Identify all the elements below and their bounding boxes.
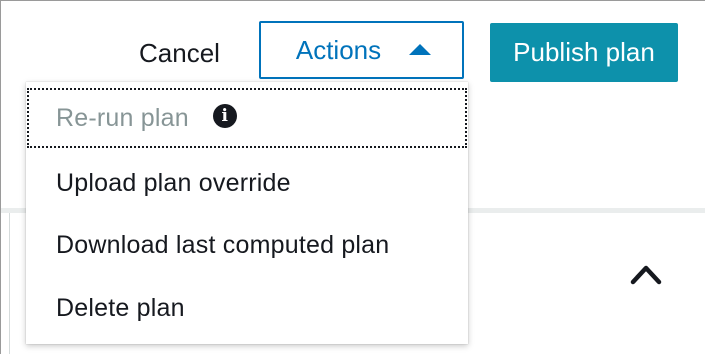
menu-item-delete-plan[interactable]: Delete plan — [26, 277, 468, 339]
menu-item-download-last-computed-plan[interactable]: Download last computed plan — [26, 214, 468, 276]
menu-item-rerun-plan[interactable]: Re-run plan i — [26, 87, 468, 149]
info-icon[interactable]: i — [212, 104, 237, 128]
actions-button-label: Actions — [295, 34, 382, 65]
menu-item-label: Upload plan override — [56, 168, 291, 197]
menu-item-label: Re-run plan — [56, 103, 189, 132]
menu-item-label: Delete plan — [56, 293, 185, 322]
info-icon-glyph: i — [221, 105, 229, 126]
actions-menu: Re-run plan i Upload plan override Downl… — [26, 82, 468, 344]
menu-item-label: Download last computed plan — [56, 230, 390, 259]
chevron-up-icon[interactable] — [630, 263, 662, 285]
app-frame: Cancel Actions Publish plan Re-run plan … — [0, 0, 705, 354]
menu-item-upload-plan-override[interactable]: Upload plan override — [26, 152, 468, 214]
caret-up-icon — [409, 43, 432, 55]
cancel-button[interactable]: Cancel — [125, 31, 234, 75]
publish-plan-button[interactable]: Publish plan — [490, 23, 678, 82]
actions-dropdown-button[interactable]: Actions — [259, 21, 464, 79]
